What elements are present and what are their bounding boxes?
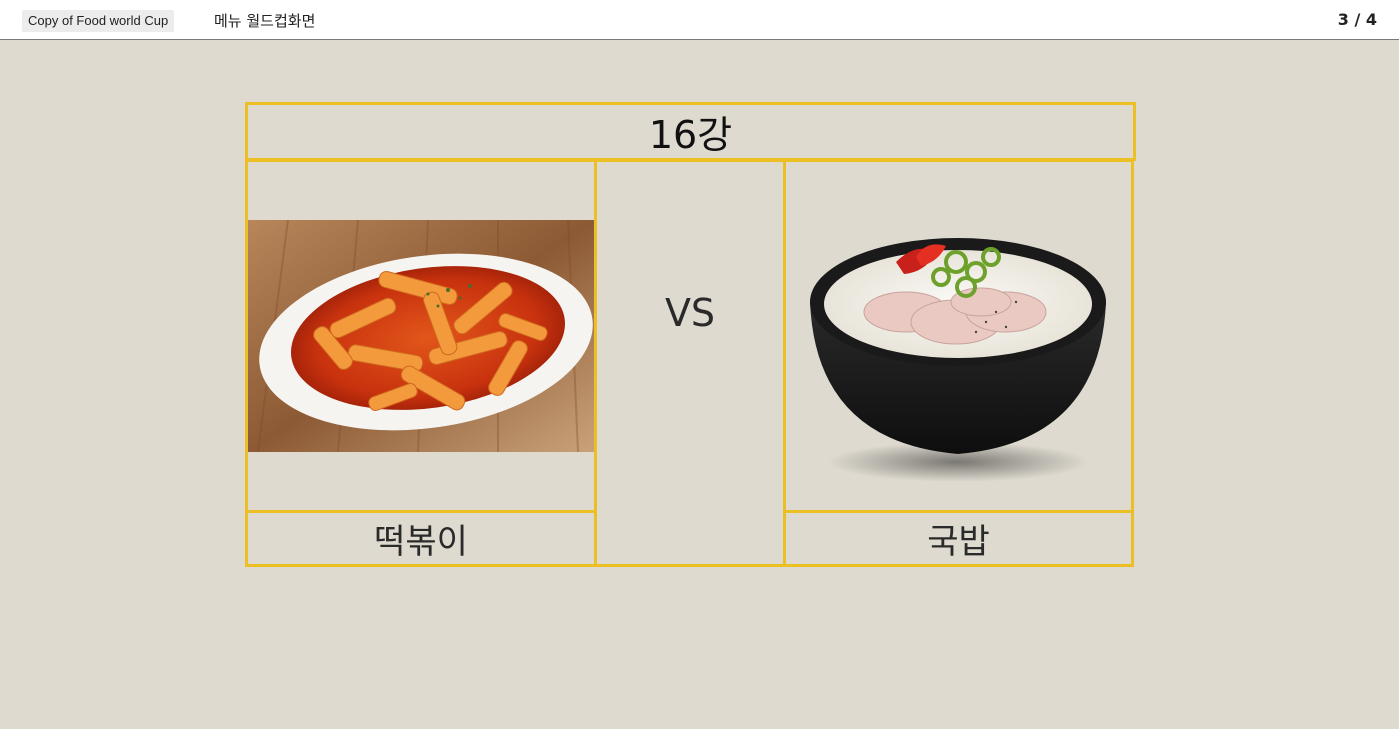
top-bar: Copy of Food world Cup 메뉴 월드컵화면 3 / 4 <box>0 0 1399 40</box>
project-tag[interactable]: Copy of Food world Cup <box>22 10 175 32</box>
left-food-option[interactable] <box>245 159 597 513</box>
round-title: 16강 <box>245 102 1136 161</box>
page-counter: 3 / 4 <box>1337 10 1377 29</box>
vs-label: VS <box>664 291 716 335</box>
left-food-name[interactable]: 떡볶이 <box>245 510 597 567</box>
right-food-option[interactable] <box>783 159 1134 513</box>
page-title: 메뉴 월드컵화면 <box>214 12 316 30</box>
vs-divider: VS <box>594 159 786 567</box>
gukbap-image <box>810 238 1106 482</box>
right-food-name[interactable]: 국밥 <box>783 510 1134 567</box>
tteokbokki-image <box>248 220 594 452</box>
